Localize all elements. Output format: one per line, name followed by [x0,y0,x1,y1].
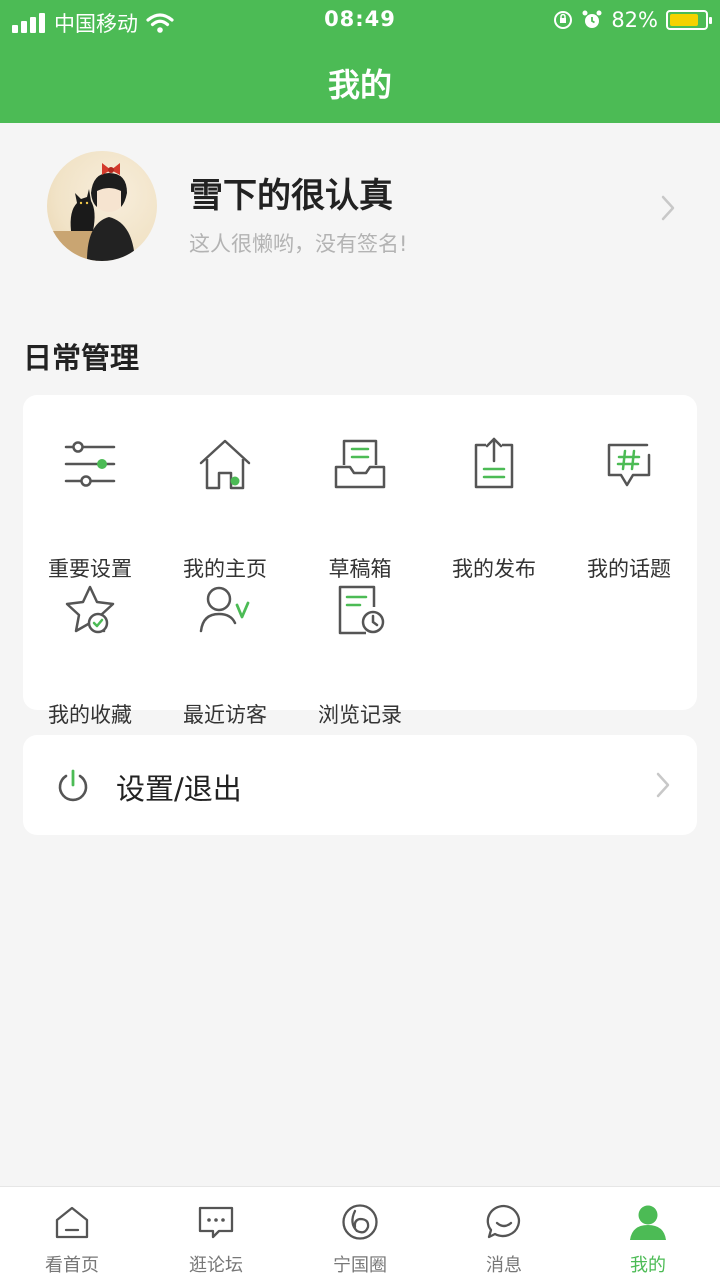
grid-item-topics[interactable]: 我的话题 [562,435,696,581]
circle-icon [342,1204,378,1240]
tab-messages[interactable]: 消息 [432,1187,576,1280]
status-right: 82% [553,8,712,32]
bottom-tab-bar: 看首页 逛论坛 宁国圈 消息 我的 [0,1186,720,1280]
drafts-icon [334,439,386,489]
battery-icon [666,10,712,30]
daily-management-card: 重要设置 我的主页 草稿箱 我的发布 我的话题 我的收藏 最近访客 浏览记录 [23,395,697,727]
grid-item-history[interactable]: 浏览记录 [293,581,427,727]
topic-icon [607,443,651,487]
grid-label: 草稿箱 [328,557,392,581]
grid-item-visitors[interactable]: 最近访客 [158,581,292,727]
tab-label: 看首页 [45,1255,99,1276]
section-title: 日常管理 [23,341,140,375]
history-icon [338,585,385,635]
page-title: 我的 [327,66,392,104]
tab-label: 宁国圈 [333,1255,387,1276]
forum-icon [198,1206,234,1239]
tab-mine[interactable]: 我的 [576,1187,720,1280]
grid-label: 我的话题 [587,557,671,581]
home-icon [199,439,251,490]
tab-label: 逛论坛 [189,1255,243,1276]
grid-label: 我的收藏 [48,703,132,727]
grid-item-publish[interactable]: 我的发布 [427,435,561,581]
grid-item-favorites[interactable]: 我的收藏 [23,581,157,727]
battery-level [670,14,698,26]
rotation-lock-icon [554,11,573,29]
power-icon [58,769,88,802]
tab-home[interactable]: 看首页 [0,1187,144,1280]
grid-label: 我的发布 [452,557,536,581]
profile-name: 雪下的很认真 [189,176,393,216]
settings-logout-label: 设置/退出 [116,772,242,806]
alarm-icon [582,10,602,28]
chevron-right-icon [656,772,670,798]
home-tab-icon [55,1206,89,1239]
favorite-icon [65,585,115,634]
avatar-illustration [47,163,135,261]
grid-label: 浏览记录 [318,703,402,727]
status-bar: 中国移动 08:49 82% [0,0,720,40]
grid-item-homepage[interactable]: 我的主页 [158,435,292,581]
message-icon [486,1204,520,1239]
tab-label: 消息 [486,1255,522,1276]
profile-signature: 这人很懒哟，没有签名! [189,232,408,256]
publish-icon [474,437,514,489]
grid-item-settings[interactable]: 重要设置 [23,435,157,581]
grid-label: 重要设置 [48,557,132,581]
tab-circle[interactable]: 宁国圈 [288,1187,432,1280]
tab-label: 我的 [630,1255,666,1276]
battery-percent: 82% [611,8,658,32]
avatar[interactable] [47,151,157,261]
tab-forum[interactable]: 逛论坛 [144,1187,288,1280]
top-bar: 中国移动 08:49 82% 我的 [0,0,720,123]
settings-logout-row[interactable]: 设置/退出 [23,735,697,835]
user-icon [630,1205,666,1240]
visitor-icon [199,586,250,633]
profile-row[interactable]: 雪下的很认真 这人很懒哟，没有签名! [0,123,720,298]
grid-label: 最近访客 [183,703,267,727]
grid-label: 我的主页 [183,557,267,581]
chevron-right-icon [661,195,675,221]
grid-item-drafts[interactable]: 草稿箱 [293,435,427,581]
sliders-icon [64,441,116,487]
